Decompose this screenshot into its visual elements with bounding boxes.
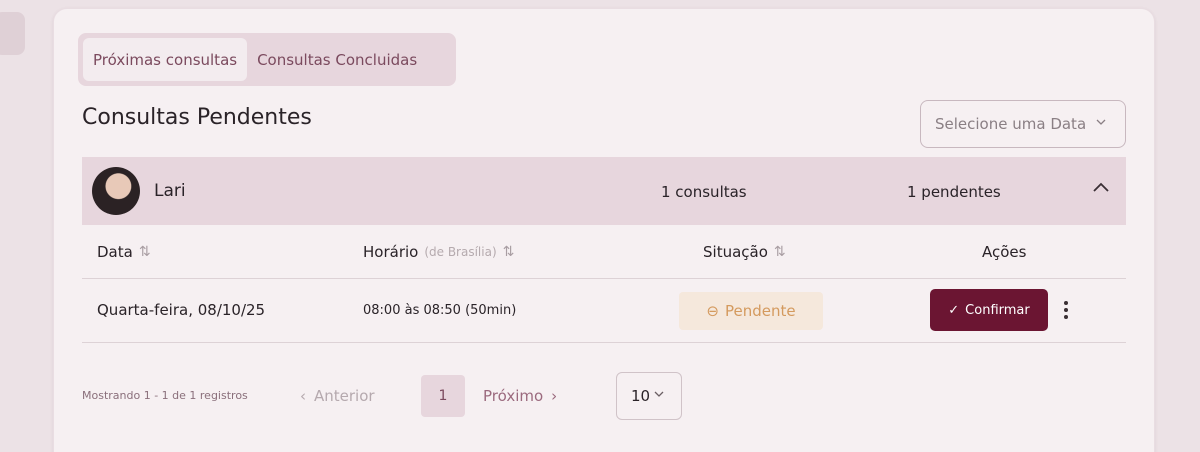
consultas-count: 1 consultas	[661, 183, 747, 201]
chevron-down-icon	[654, 391, 664, 397]
col-header-acoes: Ações	[982, 243, 1026, 261]
confirm-button-label: Confirmar	[965, 302, 1030, 318]
chevron-up-icon[interactable]	[1090, 177, 1112, 199]
col-header-data-label: Data	[97, 243, 133, 261]
pendentes-count: 1 pendentes	[907, 183, 1001, 201]
records-info: Mostrando 1 - 1 de 1 registros	[82, 389, 248, 402]
chevron-right-icon: ›	[551, 387, 558, 405]
confirm-button[interactable]: ✓ Confirmar	[930, 289, 1048, 331]
sort-icon[interactable]: ⇅	[774, 244, 786, 260]
patient-group-header[interactable]: Lari 1 consultas 1 pendentes	[82, 157, 1126, 225]
avatar	[92, 167, 140, 215]
check-icon: ✓	[948, 302, 960, 318]
col-header-horario-sub: (de Brasília)	[424, 245, 497, 259]
page-size-select[interactable]: 10	[616, 372, 682, 420]
pagination-page-button[interactable]: 1	[421, 375, 465, 417]
patient-name: Lari	[154, 181, 186, 201]
col-header-acoes-label: Ações	[982, 243, 1027, 261]
page-title: Consultas Pendentes	[82, 105, 312, 130]
appointments-card: Próximas consultas Consultas Concluidas …	[53, 8, 1155, 452]
tabs-bar: Próximas consultas Consultas Concluidas	[78, 33, 456, 86]
date-select[interactable]: Selecione uma Data	[920, 100, 1126, 148]
col-header-situacao[interactable]: Situação ⇅	[703, 243, 786, 261]
col-header-situacao-label: Situação	[703, 243, 768, 261]
chevron-left-icon: ‹	[300, 387, 306, 405]
date-select-placeholder: Selecione uma Data	[935, 115, 1087, 133]
table-header: Data ⇅ Horário (de Brasília) ⇅ Situação …	[82, 225, 1126, 279]
col-header-horario[interactable]: Horário (de Brasília) ⇅	[363, 243, 514, 261]
page-size-value: 10	[631, 387, 651, 405]
sort-icon[interactable]: ⇅	[139, 244, 151, 260]
sort-icon[interactable]: ⇅	[503, 244, 515, 260]
table-row: Quarta-feira, 08/10/25 08:00 às 08:50 (5…	[82, 279, 1126, 343]
pagination-next-button[interactable]: Próximo ›	[483, 387, 557, 405]
status-badge: ⊖ Pendente	[679, 292, 823, 330]
tab-proximas-consultas[interactable]: Próximas consultas	[83, 38, 248, 81]
status-label: Pendente	[724, 302, 796, 320]
pending-icon: ⊖	[706, 302, 719, 320]
pagination-next-label: Próximo	[483, 387, 544, 405]
col-header-horario-label: Horário	[363, 243, 419, 261]
pagination-prev-label: Anterior	[314, 387, 375, 405]
pagination-prev-button[interactable]: ‹ Anterior	[300, 387, 375, 405]
col-header-data[interactable]: Data ⇅	[97, 243, 151, 261]
chevron-down-icon	[1096, 119, 1106, 125]
tab-consultas-concluidas[interactable]: Consultas Concluidas	[247, 38, 427, 81]
sidebar-stub	[0, 12, 25, 55]
cell-data: Quarta-feira, 08/10/25	[97, 301, 266, 319]
cell-horario: 08:00 às 08:50 (50min)	[363, 303, 517, 318]
more-options-icon[interactable]	[1056, 297, 1076, 323]
